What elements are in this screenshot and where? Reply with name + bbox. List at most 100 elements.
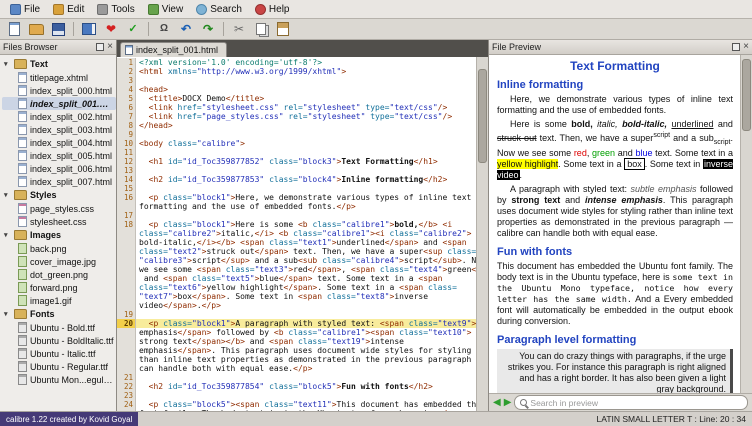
code-line[interactable]: 10<body class="calibre"> [117, 139, 477, 148]
code-line[interactable]: 24 <p class="block5"><span class="text11… [117, 400, 477, 409]
code-line[interactable]: can handle both with equal ease.</p> [117, 364, 477, 373]
file-item[interactable]: cover_image.jpg [2, 255, 116, 268]
preview-forward-icon[interactable]: ▶ [504, 398, 512, 408]
section-fonts[interactable]: ▾Fonts [2, 307, 116, 321]
float-panel-icon[interactable] [732, 43, 740, 51]
section-text[interactable]: ▾Text [2, 57, 116, 71]
code-line[interactable]: 7 <link href="page_styles.css" rel="styl… [117, 112, 477, 121]
section-images[interactable]: ▾Images [2, 228, 116, 242]
menu-search[interactable]: Search [190, 3, 248, 16]
code-line[interactable]: emphasis</span>. This paragraph uses doc… [117, 346, 477, 355]
file-item[interactable]: index_split_003.html [2, 123, 116, 136]
cut-button[interactable]: ✂ [230, 21, 248, 38]
preview-scrollbar[interactable] [740, 55, 752, 393]
editor-scrollbar[interactable] [476, 57, 488, 411]
preview-scrollbar-handle[interactable] [742, 59, 751, 131]
code-line[interactable]: 3 [117, 76, 477, 85]
file-item[interactable]: back.png [2, 242, 116, 255]
code-line[interactable]: 2<html xmlns="http://www.w3.org/1999/xht… [117, 67, 477, 76]
code-line[interactable]: 14 <h2 id="id_Toc359877853" class="block… [117, 175, 477, 184]
file-item[interactable]: index_split_002.html [2, 110, 116, 123]
code-line[interactable]: "text7">box</span>. Some text in <span c… [117, 292, 477, 301]
file-item[interactable]: index_split_007.html [2, 175, 116, 188]
donate-button[interactable]: ❤ [102, 21, 120, 38]
redo-button[interactable]: ↷ [199, 21, 217, 38]
file-item[interactable]: Ubuntu - Bold.ttf [2, 321, 116, 334]
text-run: Here, we demonstrate various types of in… [497, 94, 733, 115]
code-line[interactable]: 22 <h2 id="id_Toc359877854" class="block… [117, 382, 477, 391]
file-item[interactable]: Ubuntu Mon...egular.ttf [2, 373, 116, 386]
code-line[interactable]: 9 [117, 130, 477, 139]
code-line[interactable]: video</span>.</p> [117, 301, 477, 310]
tab-index-split-001[interactable]: index_split_001.html [120, 42, 227, 57]
file-item[interactable]: Ubuntu - BoldItalic.ttf [2, 334, 116, 347]
spell-check-button[interactable]: ✓ [124, 21, 142, 38]
preview-back-icon[interactable]: ◀ [493, 398, 501, 408]
new-file-button[interactable] [5, 21, 23, 38]
open-book-button[interactable] [27, 21, 45, 38]
code-line[interactable]: 12 <h1 id="id_Toc359877852" class="block… [117, 157, 477, 166]
file-item[interactable]: index_split_006.html [2, 162, 116, 175]
code-line[interactable]: than inline text properties as demonstra… [117, 355, 477, 364]
code-line[interactable]: 20 <p class="block1">A paragraph with st… [117, 319, 477, 328]
file-item[interactable]: dot_green.png [2, 268, 116, 281]
file-item[interactable]: page_styles.css [2, 202, 116, 215]
editor-scrollbar-handle[interactable] [478, 69, 487, 163]
close-panel-icon[interactable]: × [107, 43, 113, 51]
code-line[interactable]: 5 <title>DOCX Demo</title> [117, 94, 477, 103]
file-item[interactable]: index_split_001.html [2, 97, 116, 110]
code-text: than inline text properties as demonstra… [136, 355, 477, 364]
code-line[interactable]: 19 [117, 310, 477, 319]
insert-special-character-button[interactable]: Ω [155, 21, 173, 38]
menubar: FileEditToolsViewSearchHelp [0, 0, 752, 19]
code-line[interactable]: 21 [117, 373, 477, 382]
file-item[interactable]: stylesheet.css [2, 215, 116, 228]
code-line[interactable]: bold-italic,</i></b> <span class="text1"… [117, 238, 477, 247]
section-styles[interactable]: ▾Styles [2, 188, 116, 202]
save-book-button[interactable] [49, 21, 67, 38]
code-line[interactable]: 23 [117, 391, 477, 400]
file-item[interactable]: titlepage.xhtml [2, 71, 116, 84]
menu-file[interactable]: File [4, 3, 46, 16]
file-item[interactable]: index_split_004.html [2, 136, 116, 149]
paste-button[interactable] [274, 21, 292, 38]
menu-view[interactable]: View [142, 3, 190, 16]
undo-button[interactable]: ↶ [177, 21, 195, 38]
close-panel-icon[interactable]: × [743, 43, 749, 51]
file-item[interactable]: index_split_000.html [2, 84, 116, 97]
code-line[interactable]: we see some <span class="text3">red</spa… [117, 265, 477, 274]
code-line[interactable]: 4<head> [117, 85, 477, 94]
menu-help[interactable]: Help [249, 3, 296, 16]
file-item[interactable]: Ubuntu - Italic.ttf [2, 347, 116, 360]
code-line[interactable]: 18 <p class="block1">Here is some <b cla… [117, 220, 477, 229]
menu-edit[interactable]: Edit [47, 3, 90, 16]
float-panel-icon[interactable] [96, 43, 104, 51]
code-line[interactable]: 11 [117, 148, 477, 157]
code-line[interactable]: 8</head> [117, 121, 477, 130]
code-line[interactable]: strong text</span></b> and <span class="… [117, 337, 477, 346]
file-item[interactable]: index_split_005.html [2, 149, 116, 162]
file-item[interactable]: image1.gif [2, 294, 116, 307]
code-line[interactable]: emphasis</span> followed by <b class="ca… [117, 328, 477, 337]
code-line[interactable]: formatting and the use of embedded fonts… [117, 202, 477, 211]
edit-book-button[interactable] [80, 21, 98, 38]
preview-search-input[interactable] [530, 398, 742, 408]
code-line[interactable]: class="text6">yellow highlight</span>. S… [117, 283, 477, 292]
file-item[interactable]: Ubuntu - Regular.ttf [2, 360, 116, 373]
code-editor[interactable]: 1<?xml version='1.0' encoding='utf-8'?>2… [117, 57, 488, 411]
code-line[interactable]: 1<?xml version='1.0' encoding='utf-8'?> [117, 58, 477, 67]
copy-button[interactable] [252, 21, 270, 38]
code-line[interactable]: and <span class="text5">blue</span> text… [117, 274, 477, 283]
code-line[interactable]: class="calibre2">italic,</i> <b class="c… [117, 229, 477, 238]
code-line[interactable]: 17 [117, 211, 477, 220]
file-item[interactable]: forward.png [2, 281, 116, 294]
code-line[interactable]: 15 [117, 184, 477, 193]
code-line[interactable]: class="text2">struck out</span> text. Th… [117, 247, 477, 256]
code-line[interactable]: 16 <p class="block1">Here, we demonstrat… [117, 193, 477, 202]
code-line[interactable]: "calibre3">script</sup> and a sub<sub cl… [117, 256, 477, 265]
edit-book-icon [82, 23, 96, 35]
menu-tools[interactable]: Tools [91, 3, 140, 16]
code-line[interactable]: 13 [117, 166, 477, 175]
code-line[interactable]: 6 <link href="stylesheet.css" rel="style… [117, 103, 477, 112]
code-line[interactable]: font family. The body text is in the Ubu… [117, 409, 477, 411]
